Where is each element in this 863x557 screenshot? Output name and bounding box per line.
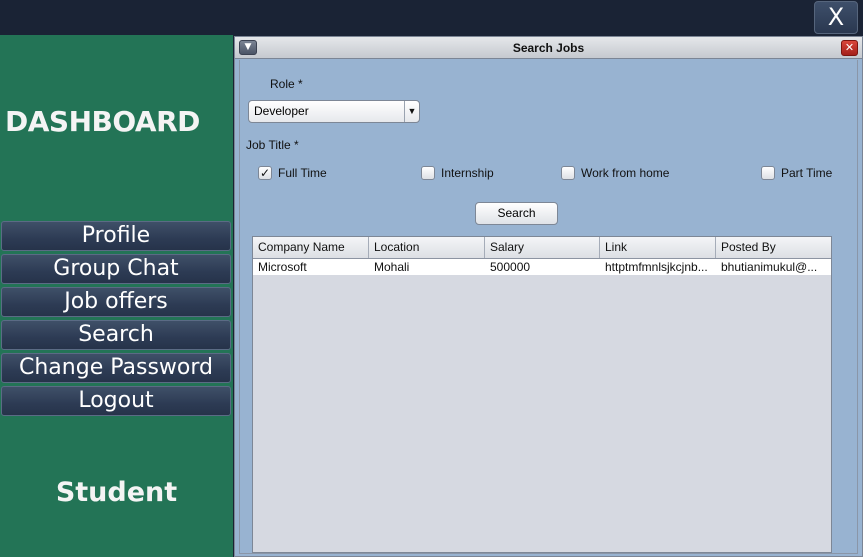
checkbox-part-time[interactable]: Part Time <box>761 166 832 180</box>
checkbox-internship[interactable]: Internship <box>421 166 494 180</box>
window-titlebar[interactable]: ▼ Search Jobs ✕ <box>235 37 862 59</box>
sidebar-item-search[interactable]: Search <box>1 320 231 350</box>
column-header-company[interactable]: Company Name <box>253 237 369 258</box>
role-label: Role * <box>270 77 303 91</box>
cell-posted-by: bhutianimukul@... <box>721 260 818 274</box>
sidebar-item-change-password[interactable]: Change Password <box>1 353 231 383</box>
results-table: Company Name Location Salary Link Posted… <box>252 236 832 553</box>
role-dropdown[interactable]: Developer ▼ <box>248 100 420 123</box>
cell-company: Microsoft <box>258 260 307 274</box>
sidebar: DASHBOARD Profile Group Chat Job offers … <box>0 35 233 557</box>
checkbox-work-from-home[interactable]: Work from home <box>561 166 669 180</box>
user-role-label: Student <box>55 477 178 508</box>
checkbox-icon[interactable] <box>561 166 575 180</box>
search-jobs-window: ▼ Search Jobs ✕ Role * Developer ▼ Job T… <box>234 36 863 557</box>
cell-location: Mohali <box>374 260 410 274</box>
column-header-link[interactable]: Link <box>600 237 716 258</box>
chevron-down-icon[interactable]: ▼ <box>404 101 419 122</box>
role-dropdown-value: Developer <box>254 104 309 118</box>
sidebar-item-job-offers[interactable]: Job offers <box>1 287 231 317</box>
top-bar: X <box>0 0 863 35</box>
app-close-button[interactable]: X <box>814 1 858 34</box>
cell-salary: 500000 <box>490 260 531 274</box>
checkbox-checked-icon[interactable]: ✓ <box>258 166 272 180</box>
table-header: Company Name Location Salary Link Posted… <box>253 237 831 259</box>
job-title-label: Job Title * <box>246 138 299 152</box>
checkbox-label: Full Time <box>278 166 327 180</box>
sidebar-item-profile[interactable]: Profile <box>1 221 231 251</box>
table-row[interactable]: Microsoft Mohali 500000 httptmfmnlsjkcjn… <box>253 259 831 275</box>
column-header-posted-by[interactable]: Posted By <box>716 237 831 258</box>
checkbox-label: Part Time <box>781 166 833 180</box>
checkbox-icon[interactable] <box>421 166 435 180</box>
sidebar-item-logout[interactable]: Logout <box>1 386 231 416</box>
search-form: Role * Developer ▼ Job Title * ✓ Full Ti… <box>239 60 858 554</box>
checkbox-icon[interactable] <box>761 166 775 180</box>
column-header-salary[interactable]: Salary <box>485 237 600 258</box>
checkbox-full-time[interactable]: ✓ Full Time <box>258 166 327 180</box>
checkbox-label: Internship <box>441 166 494 180</box>
column-header-location[interactable]: Location <box>369 237 485 258</box>
dashboard-title: DASHBOARD <box>5 105 200 138</box>
checkbox-label: Work from home <box>581 166 670 180</box>
cell-link: httptmfmnlsjkcjnb... <box>605 260 708 274</box>
search-button[interactable]: Search <box>475 202 558 225</box>
window-title: Search Jobs <box>512 41 585 55</box>
sidebar-nav: Profile Group Chat Job offers Search Cha… <box>1 221 231 419</box>
sidebar-item-group-chat[interactable]: Group Chat <box>1 254 231 284</box>
window-close-icon[interactable]: ✕ <box>841 40 858 56</box>
